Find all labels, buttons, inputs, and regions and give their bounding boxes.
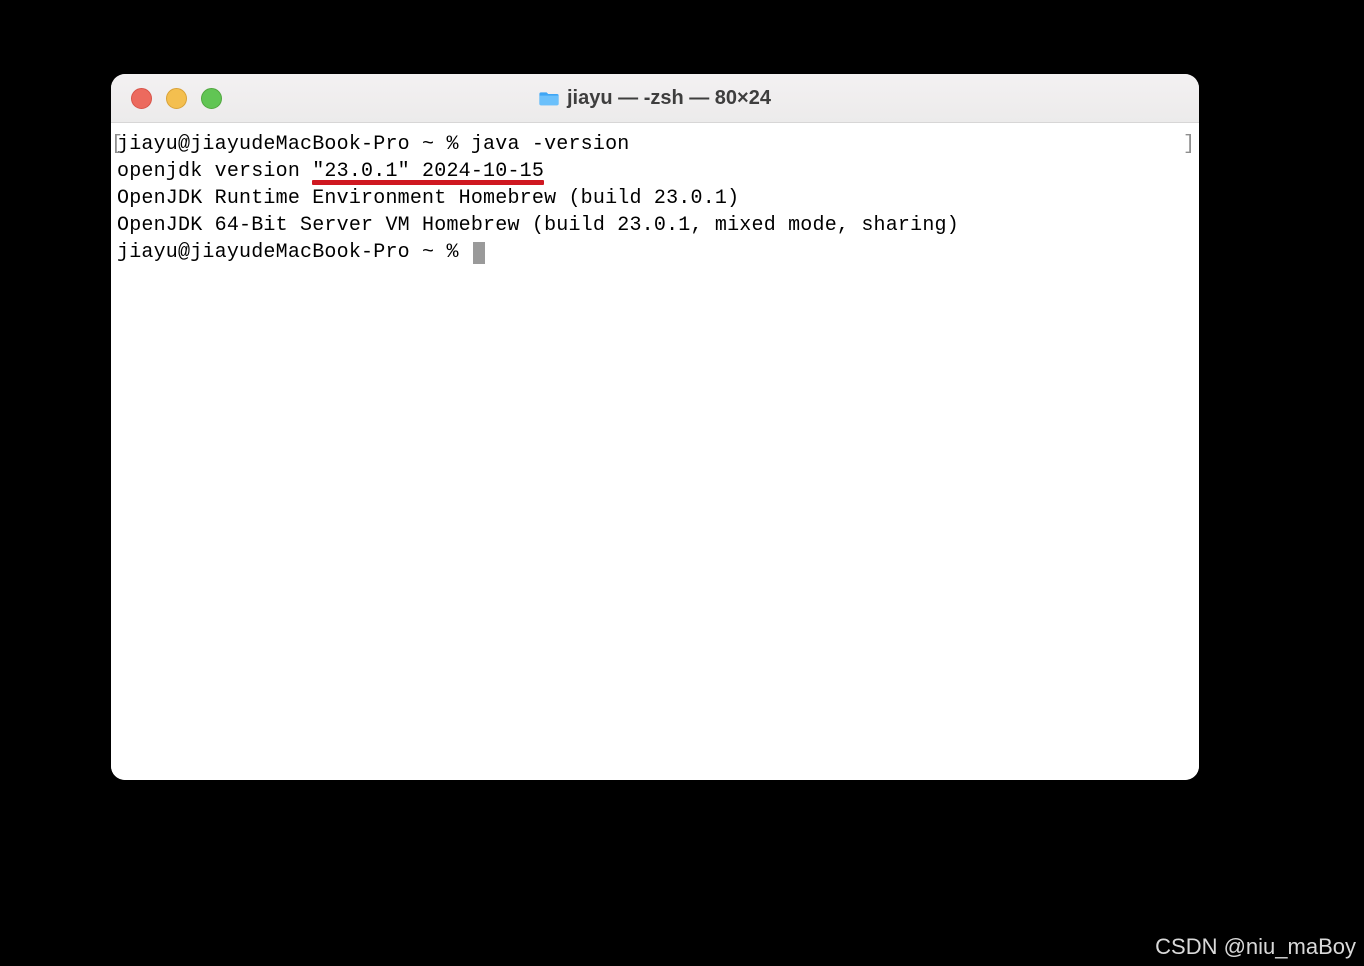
zoom-icon[interactable] [201,88,222,109]
folder-icon [539,90,559,106]
history-bracket-right: ] [1183,131,1195,158]
minimize-icon[interactable] [166,88,187,109]
terminal-cursor [473,242,485,264]
history-bracket-left: [ [111,131,123,158]
terminal-output: jiayu@jiayudeMacBook-Pro ~ % java -versi… [117,131,1193,266]
window-title-text: jiayu — -zsh — 80×24 [567,87,771,110]
annotation-underline [312,180,544,185]
close-icon[interactable] [131,88,152,109]
terminal-body[interactable]: [ ] jiayu@jiayudeMacBook-Pro ~ % java -v… [111,123,1199,780]
window-title: jiayu — -zsh — 80×24 [111,87,1199,110]
terminal-window: jiayu — -zsh — 80×24 [ ] jiayu@jiayudeMa… [111,74,1199,780]
titlebar: jiayu — -zsh — 80×24 [111,74,1199,123]
watermark-text: CSDN @niu_maBoy [1155,934,1356,960]
window-controls [131,88,222,109]
